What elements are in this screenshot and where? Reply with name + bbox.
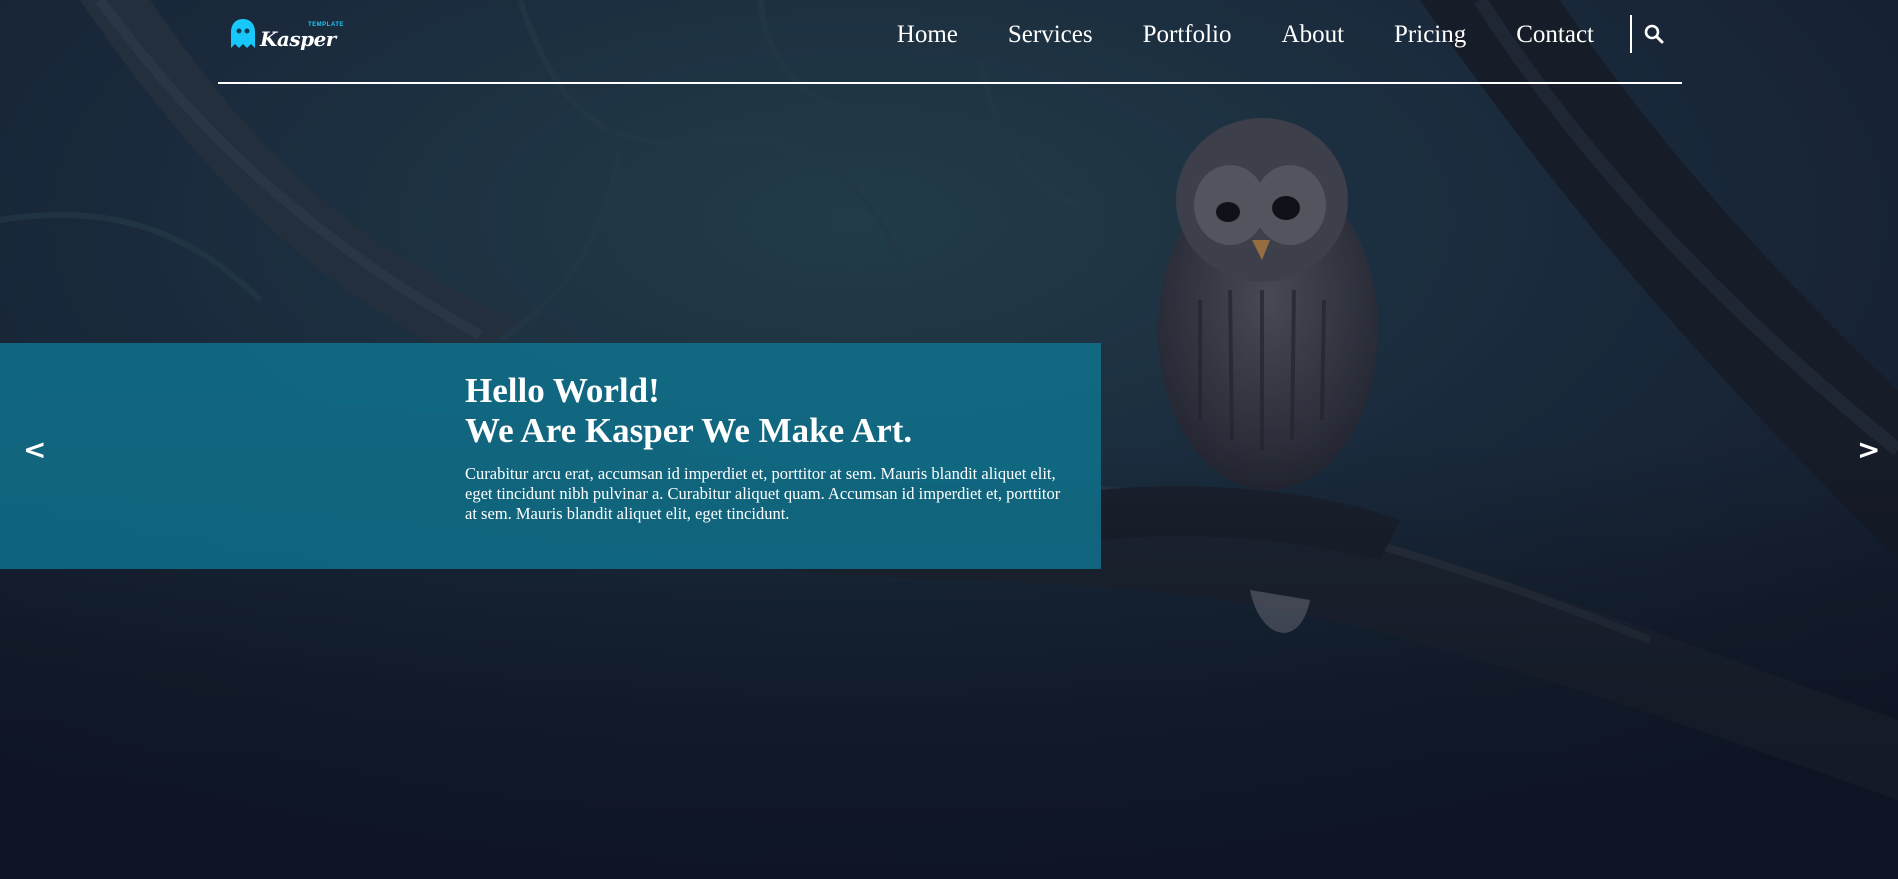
hero-text-panel: Hello World! We Are Kasper We Make Art. … [0, 343, 1101, 569]
nav-item-portfolio[interactable]: Portfolio [1143, 22, 1232, 47]
slider-prev-arrow[interactable]: < [23, 436, 46, 464]
hero-title-line2: We Are Kasper We Make Art. [465, 411, 913, 450]
search-button[interactable] [1630, 15, 1676, 53]
nav-item-services[interactable]: Services [1008, 22, 1093, 47]
ghost-icon [231, 19, 255, 48]
nav-item-contact[interactable]: Contact [1516, 22, 1594, 47]
nav-item-pricing[interactable]: Pricing [1394, 22, 1466, 47]
search-icon [1644, 24, 1664, 44]
main-nav: Home Services Portfolio About Pricing Co… [897, 0, 1682, 68]
hero-title: Hello World! We Are Kasper We Make Art. [465, 371, 1085, 451]
slider-next-arrow[interactable]: > [1857, 436, 1880, 464]
nav-item-home[interactable]: Home [897, 22, 958, 47]
brand-logo[interactable]: TEMPLATE Kasper [230, 16, 343, 54]
nav-item-about[interactable]: About [1282, 22, 1345, 47]
brand-name: Kasper [260, 27, 336, 51]
hero-title-line1: Hello World! [465, 371, 660, 410]
site-header: TEMPLATE Kasper Home Services Portfolio … [218, 0, 1682, 84]
hero-description: Curabitur arcu erat, accumsan id imperdi… [465, 464, 1061, 523]
